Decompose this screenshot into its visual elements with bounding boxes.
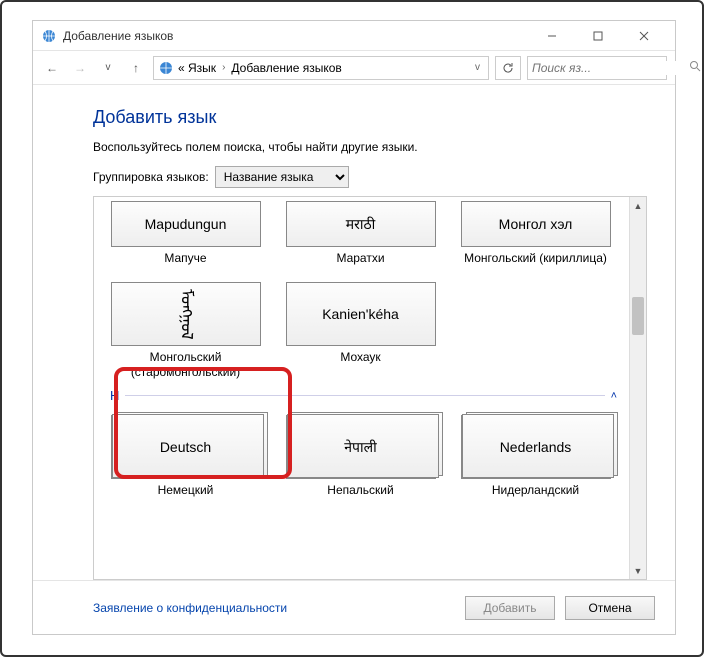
breadcrumb-dropdown[interactable]: v bbox=[471, 62, 484, 73]
language-tile-nepali[interactable]: नेपाली bbox=[286, 415, 436, 479]
breadcrumb-root[interactable]: « Язык bbox=[178, 61, 216, 75]
add-button[interactable]: Добавить bbox=[465, 596, 555, 620]
group-divider bbox=[125, 395, 604, 396]
window-buttons bbox=[529, 21, 667, 51]
language-label: Монгольский (старомонгольский) bbox=[108, 350, 263, 380]
add-language-window: Добавление языков ← → v ↑ « Язык › Добав… bbox=[32, 20, 676, 635]
group-letter: Н bbox=[110, 388, 119, 403]
scroll-thumb[interactable] bbox=[632, 297, 644, 335]
maximize-button[interactable] bbox=[575, 21, 621, 51]
privacy-link[interactable]: Заявление о конфиденциальности bbox=[93, 601, 455, 615]
language-label: Мохаук bbox=[340, 350, 380, 365]
language-label: Непальский bbox=[327, 483, 393, 498]
language-tile-marathi[interactable]: मराठी bbox=[286, 201, 436, 247]
language-label: Маратхи bbox=[336, 251, 384, 266]
up-button[interactable]: ↑ bbox=[125, 57, 147, 79]
window-title: Добавление языков bbox=[63, 29, 529, 43]
language-list: Mapudungun Мапуче मराठी Маратхи Монгол х… bbox=[93, 196, 647, 580]
cancel-button[interactable]: Отмена bbox=[565, 596, 655, 620]
search-icon bbox=[689, 60, 701, 75]
navbar: ← → v ↑ « Язык › Добавление языков v bbox=[33, 51, 675, 85]
page-heading: Добавить язык bbox=[93, 107, 647, 128]
language-label: Немецкий bbox=[158, 483, 214, 498]
search-input[interactable] bbox=[532, 61, 689, 75]
footer: Заявление о конфиденциальности Добавить … bbox=[33, 580, 675, 634]
minimize-button[interactable] bbox=[529, 21, 575, 51]
refresh-button[interactable] bbox=[495, 56, 521, 80]
scroll-down-button[interactable]: ▼ bbox=[630, 562, 646, 579]
breadcrumb-page[interactable]: Добавление языков bbox=[231, 61, 341, 75]
back-button[interactable]: ← bbox=[41, 57, 63, 79]
grouping-select[interactable]: Название языка bbox=[215, 166, 349, 188]
language-label: Мапуче bbox=[164, 251, 206, 266]
language-tile-mapudungun[interactable]: Mapudungun bbox=[111, 201, 261, 247]
language-label: Нидерландский bbox=[492, 483, 579, 498]
collapse-icon[interactable]: ˄ bbox=[611, 390, 617, 402]
language-tile-mongolian-traditional[interactable]: ᠮᠣᠩᠭᠣᠯ bbox=[111, 282, 261, 346]
language-tile-mongolian-cyrillic[interactable]: Монгол хэл bbox=[461, 201, 611, 247]
list-inner: Mapudungun Мапуче मराठी Маратхи Монгол х… bbox=[100, 197, 627, 579]
scroll-up-button[interactable]: ▲ bbox=[630, 197, 646, 214]
close-button[interactable] bbox=[621, 21, 667, 51]
scrollbar[interactable]: ▲ ▼ bbox=[629, 197, 646, 579]
grouping-row: Группировка языков: Название языка bbox=[93, 166, 647, 188]
chevron-right-icon: › bbox=[220, 62, 227, 73]
breadcrumb[interactable]: « Язык › Добавление языков v bbox=[153, 56, 489, 80]
recent-chevron[interactable]: v bbox=[97, 57, 119, 79]
language-tile-mohawk[interactable]: Kanien'kéha bbox=[286, 282, 436, 346]
group-header-n: Н ˄ bbox=[100, 380, 627, 403]
grouping-label: Группировка языков: bbox=[93, 170, 209, 184]
screenshot-frame: Добавление языков ← → v ↑ « Язык › Добав… bbox=[0, 0, 704, 657]
globe-icon bbox=[158, 60, 174, 76]
forward-button: → bbox=[69, 57, 91, 79]
content-area: Добавить язык Воспользуйтесь полем поиск… bbox=[33, 85, 675, 580]
language-label: Монгольский (кириллица) bbox=[464, 251, 607, 266]
titlebar: Добавление языков bbox=[33, 21, 675, 51]
language-tile-german[interactable]: Deutsch bbox=[111, 415, 261, 479]
language-tile-dutch[interactable]: Nederlands bbox=[461, 415, 611, 479]
globe-icon bbox=[41, 28, 57, 44]
hint-text: Воспользуйтесь полем поиска, чтобы найти… bbox=[93, 140, 647, 154]
search-box[interactable] bbox=[527, 56, 667, 80]
